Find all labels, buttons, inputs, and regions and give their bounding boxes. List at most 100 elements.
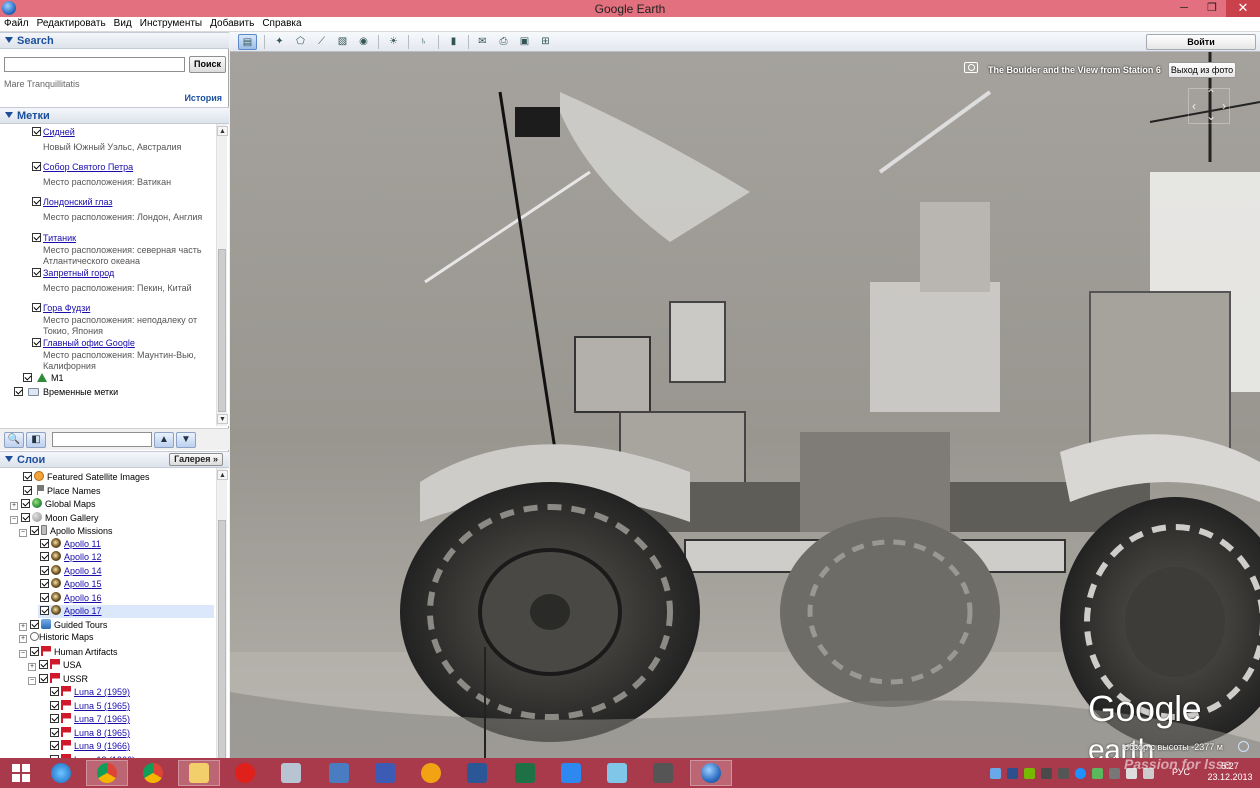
taskbar-ie[interactable] — [40, 760, 82, 786]
layer-luna-2[interactable]: Luna 2 (1959) — [50, 686, 130, 699]
place-name-link[interactable]: Собор Святого Петра — [43, 162, 133, 172]
image-overlay-icon[interactable]: ▧ — [333, 34, 352, 50]
layer-apollo-missions[interactable]: − Apollo Missions — [19, 525, 113, 538]
place-name-link[interactable]: Запретный город — [43, 268, 114, 278]
checkbox[interactable] — [40, 593, 49, 602]
temporary-places-folder[interactable]: Временные метки — [14, 387, 118, 397]
save-image-icon[interactable]: ▣ — [515, 34, 534, 50]
historical-imagery-icon[interactable]: ☀ — [384, 34, 403, 50]
layer-apollo-16[interactable]: Apollo 16 — [40, 592, 102, 605]
tray-icon[interactable] — [1109, 768, 1120, 779]
navigation-control[interactable]: ⌃ ‹ › ⌄ — [1188, 87, 1230, 124]
layer-ussr[interactable]: − USSR — [28, 673, 88, 686]
checkbox[interactable] — [23, 373, 32, 382]
history-link[interactable]: История — [184, 93, 222, 103]
restore-button[interactable]: ❐ — [1198, 0, 1226, 17]
checkbox[interactable] — [32, 338, 41, 347]
search-button[interactable]: Поиск — [189, 56, 226, 73]
layer-luna-7[interactable]: Luna 7 (1965) — [50, 713, 130, 726]
tray-icon[interactable] — [990, 768, 1001, 779]
taskbar-app-3[interactable] — [550, 760, 592, 786]
radio-button[interactable] — [30, 632, 39, 641]
zoom-magnifier-icon[interactable] — [1238, 741, 1249, 752]
checkbox[interactable] — [40, 579, 49, 588]
nav-up-icon[interactable]: ⌃ — [1206, 87, 1216, 101]
scroll-up-arrow-icon[interactable]: ▲ — [217, 470, 228, 480]
layers-scrollbar[interactable]: ▲ ▼ — [216, 468, 228, 788]
layer-apollo-12[interactable]: Apollo 12 — [40, 551, 102, 564]
taskbar-calculator[interactable] — [270, 760, 312, 786]
place-item[interactable]: Запретный город Место расположения: Пеки… — [32, 267, 212, 294]
gallery-button[interactable]: Галерея » — [169, 453, 223, 466]
layer-link[interactable]: Apollo 15 — [64, 579, 102, 589]
place-name-link[interactable]: Гора Фудзи — [43, 303, 90, 313]
layer-historic-maps[interactable]: + Historic Maps — [19, 632, 94, 645]
minimize-button[interactable]: ─ — [1170, 0, 1198, 17]
layer-place-names[interactable]: Place Names — [23, 485, 101, 498]
exit-photo-button[interactable]: Выход из фото — [1168, 62, 1236, 78]
scroll-thumb[interactable] — [218, 249, 226, 412]
checkbox[interactable] — [30, 526, 39, 535]
layer-apollo-17[interactable]: Apollo 17 — [38, 605, 214, 618]
layer-usa[interactable]: + USA — [28, 659, 82, 672]
checkbox[interactable] — [50, 687, 59, 696]
layer-link[interactable]: Apollo 16 — [64, 593, 102, 603]
menu-tools[interactable]: Инструменты — [136, 17, 206, 29]
checkbox[interactable] — [21, 513, 30, 522]
layer-featured-satellite[interactable]: Featured Satellite Images — [23, 471, 150, 484]
menu-help[interactable]: Справка — [258, 17, 305, 29]
scroll-thumb[interactable] — [218, 520, 226, 760]
menu-view[interactable]: Вид — [110, 17, 136, 29]
layers-section-header[interactable]: Слои Галерея » — [0, 451, 229, 468]
checkbox[interactable] — [14, 387, 23, 396]
taskbar-explorer[interactable] — [178, 760, 220, 786]
record-tour-icon[interactable]: ◉ — [354, 34, 373, 50]
sign-in-button[interactable]: Войти — [1146, 34, 1256, 50]
taskbar-app-2[interactable] — [410, 760, 452, 786]
checkbox[interactable] — [23, 472, 32, 481]
tray-ru-icon[interactable] — [1007, 768, 1018, 779]
taskbar-opera[interactable] — [224, 760, 266, 786]
move-up-button[interactable]: ▲ — [154, 432, 174, 448]
place-item[interactable]: Лондонский глаз Место расположения: Лонд… — [32, 196, 212, 223]
checkbox[interactable] — [50, 701, 59, 710]
tray-icon[interactable] — [1075, 768, 1086, 779]
places-section-header[interactable]: Метки — [0, 107, 229, 124]
planets-icon[interactable]: ♄ — [414, 34, 433, 50]
checkbox[interactable] — [50, 741, 59, 750]
place-name-link[interactable]: Сидней — [43, 127, 75, 137]
checkbox[interactable] — [21, 499, 30, 508]
taskbar-excel[interactable] — [504, 760, 546, 786]
checkbox[interactable] — [32, 303, 41, 312]
place-item[interactable]: Сидней Новый Южный Уэльс, Австралия — [32, 126, 212, 153]
checkbox[interactable] — [50, 714, 59, 723]
layer-luna-8[interactable]: Luna 8 (1965) — [50, 727, 130, 740]
places-filter-input[interactable] — [52, 432, 152, 447]
place-name-link[interactable]: Главный офис Google — [43, 338, 135, 348]
collapse-icon[interactable]: − — [19, 529, 27, 537]
nav-left-icon[interactable]: ‹ — [1192, 99, 1196, 113]
checkbox[interactable] — [23, 486, 32, 495]
scroll-down-arrow-icon[interactable]: ▼ — [217, 414, 228, 424]
close-button[interactable]: ✕ — [1226, 0, 1260, 17]
menu-file[interactable]: Файл — [0, 17, 33, 29]
expand-icon[interactable]: + — [19, 623, 27, 631]
add-path-icon[interactable]: ⟋ — [312, 34, 331, 50]
layer-link[interactable]: Apollo 11 — [64, 539, 101, 549]
place-item[interactable]: Титаник Место расположения: северная час… — [32, 232, 212, 267]
taskbar-chrome-1[interactable] — [86, 760, 128, 786]
tray-icon[interactable] — [1041, 768, 1052, 779]
add-polygon-icon[interactable]: ⬠ — [291, 34, 310, 50]
search-result-text[interactable]: Mare Tranquillitatis — [4, 79, 80, 89]
view-in-maps-icon[interactable]: ⊞ — [536, 34, 555, 50]
ruler-icon[interactable]: ▮ — [444, 34, 463, 50]
checkbox[interactable] — [40, 566, 49, 575]
taskbar-google-earth[interactable] — [690, 760, 732, 786]
earth-viewport[interactable]: The Boulder and the View from Station 6 … — [230, 52, 1260, 758]
taskbar-word[interactable] — [456, 760, 498, 786]
scroll-up-arrow-icon[interactable]: ▲ — [217, 126, 228, 136]
taskbar-app-4[interactable] — [596, 760, 638, 786]
layer-apollo-11[interactable]: Apollo 11 — [40, 538, 101, 551]
place-item-m1[interactable]: M1 — [23, 373, 64, 383]
nav-right-icon[interactable]: › — [1222, 99, 1226, 113]
